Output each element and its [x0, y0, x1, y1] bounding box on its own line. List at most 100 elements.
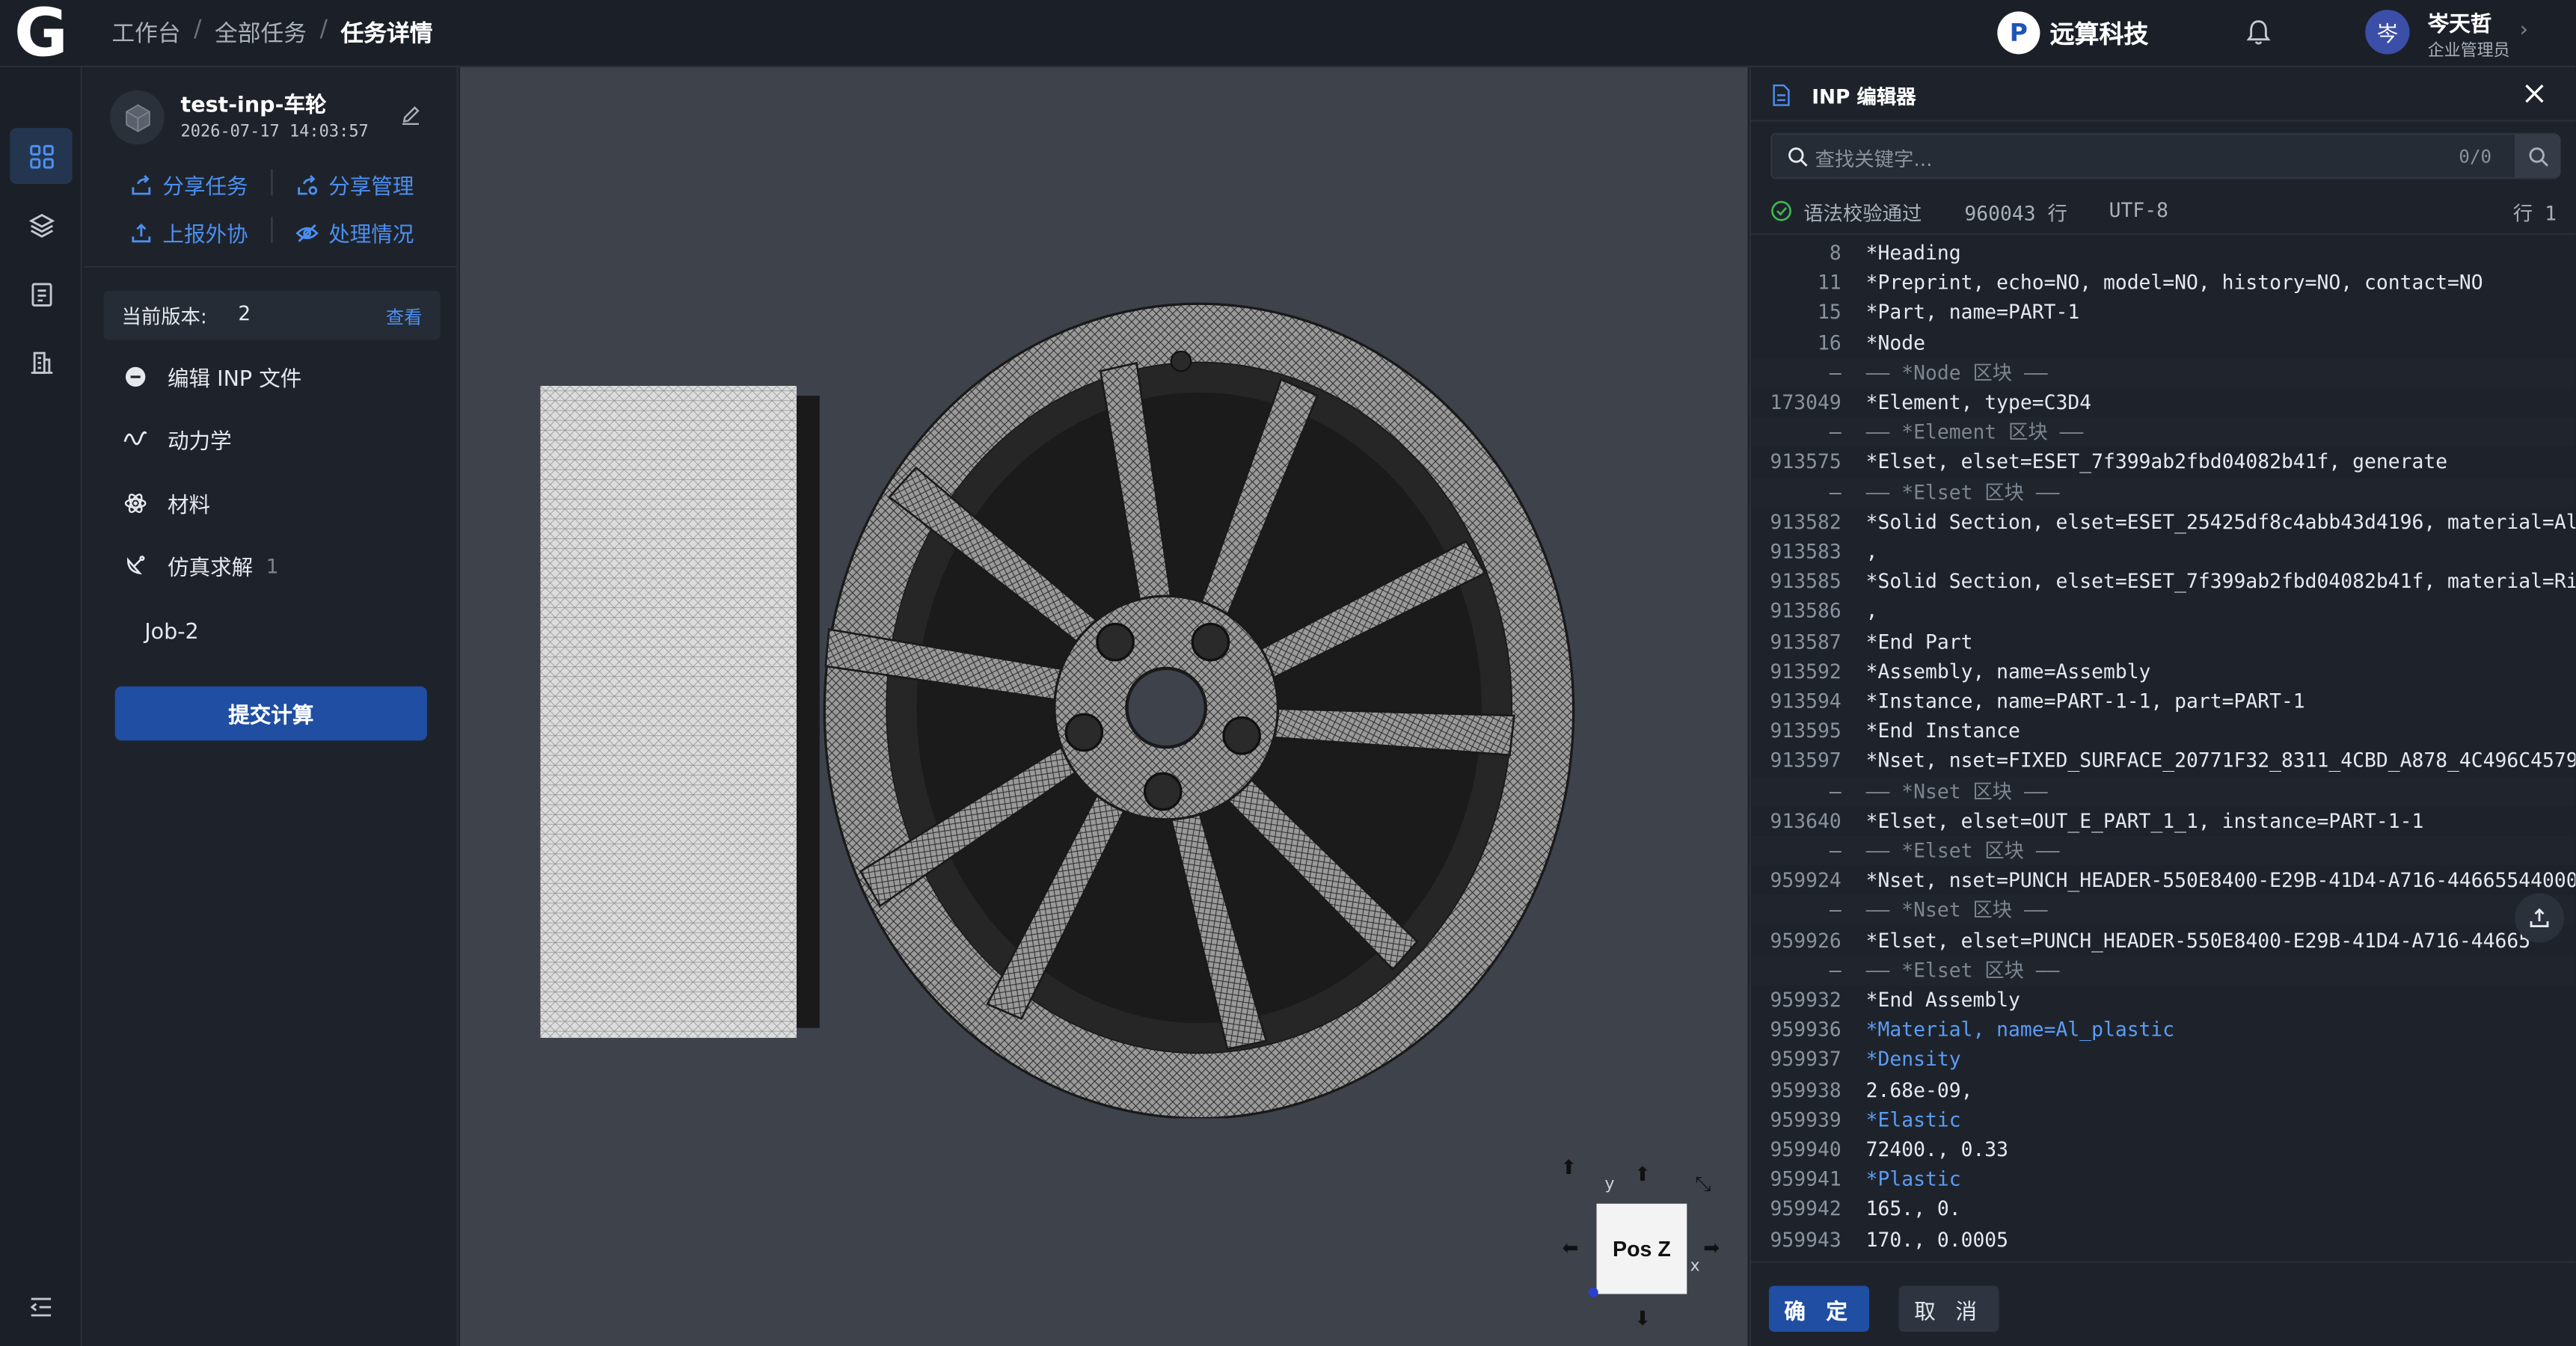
- line-count: 960043 行: [1964, 202, 2067, 225]
- folded-block-row[interactable]: — —— *Element 区块 ——: [1750, 417, 2576, 447]
- code-line[interactable]: 15 *Part, name=PART-1: [1751, 298, 2575, 328]
- code-line[interactable]: 959936 *Material, name=Al_plastic: [1751, 1015, 2575, 1045]
- folded-block-row[interactable]: — —— *Nset 区块 ——: [1750, 775, 2576, 806]
- grid-icon: [29, 144, 53, 168]
- rail-item-documents[interactable]: [10, 266, 72, 322]
- code-line[interactable]: 959939 *Elastic: [1751, 1104, 2575, 1134]
- app-logo[interactable]: G: [0, 0, 82, 67]
- line-number: —: [1829, 959, 1841, 982]
- code-line[interactable]: 913594 *Instance, name=PART-1-1, part=PAR…: [1751, 686, 2575, 716]
- line-number: 959924: [1770, 869, 1841, 892]
- line-number: —: [1829, 899, 1841, 922]
- line-text: 2.68e-09,: [1865, 1078, 1973, 1101]
- line-text: —— *Nset 区块 ——: [1865, 779, 2048, 802]
- arrow-up-icon[interactable]: ⬆: [1634, 1163, 1651, 1186]
- arrow-down-icon[interactable]: ⬇: [1634, 1307, 1651, 1330]
- line-text: —— *Elset 区块 ——: [1865, 839, 2060, 862]
- arrow-right-icon[interactable]: ➡: [1703, 1237, 1720, 1260]
- cancel-button[interactable]: 取 消: [1898, 1285, 1999, 1332]
- edit-pencil-icon[interactable]: [399, 103, 423, 126]
- view-cube-face[interactable]: Pos Z: [1596, 1203, 1687, 1294]
- line-number: —: [1829, 420, 1841, 444]
- code-line[interactable]: 959941 *Plastic: [1751, 1164, 2575, 1194]
- report-outsource-button[interactable]: 上报外协: [129, 217, 248, 248]
- code-line[interactable]: 959944 172., 0.0017: [1751, 1254, 2575, 1262]
- cursor-row: 行 1: [2512, 202, 2557, 225]
- menu-item-dynamics[interactable]: 动力学: [123, 424, 232, 455]
- folded-block-row[interactable]: — —— *Elset 区块 ——: [1750, 955, 2576, 986]
- share-manage-button[interactable]: 分享管理: [295, 169, 414, 200]
- share-task-button[interactable]: 分享任务: [129, 169, 248, 200]
- code-area[interactable]: 8 *Heading 11 *Preprint, echo=NO, model=NO,…: [1750, 233, 2576, 1262]
- solve-count-badge: 1: [266, 554, 279, 577]
- view-cube[interactable]: ⬆ y ⬆ ⤡ ⬅ Pos Z ➡ x ⬇: [1552, 1143, 1733, 1340]
- line-text: *End Instance: [1865, 719, 2020, 743]
- menu-item-material[interactable]: 材料: [123, 488, 210, 519]
- search-input[interactable]: 查找关键字...: [1815, 144, 1933, 172]
- code-line[interactable]: 913586,: [1751, 597, 2575, 627]
- rail-item-dashboard[interactable]: [10, 128, 73, 184]
- code-line[interactable]: 913592 *Assembly, name=Assembly: [1751, 657, 2575, 686]
- code-line[interactable]: 913585 *Solid Section, elset=ESET_7f399ab…: [1751, 567, 2575, 597]
- line-text: *Elset, elset=ESET_7f399ab2fbd04082b41f,…: [1865, 450, 2448, 474]
- code-line[interactable]: 959942 165., 0.: [1751, 1194, 2575, 1224]
- code-line[interactable]: 913582 *Solid Section, elset=ESET_25425df…: [1751, 507, 2575, 537]
- code-line[interactable]: 959932 *End Assembly: [1751, 986, 2575, 1015]
- code-line[interactable]: 913597 *Nset, nset=FIXED_SURFACE_20771F32…: [1751, 746, 2575, 776]
- code-line[interactable]: 913640 *Elset, elset=OUT_E_PART_1_1, inst…: [1751, 806, 2575, 836]
- version-view-link[interactable]: 查看: [386, 304, 422, 330]
- folded-block-row[interactable]: — —— *Elset 区块 ——: [1750, 835, 2576, 866]
- search-button[interactable]: [2515, 135, 2561, 178]
- confirm-button[interactable]: 确 定: [1769, 1285, 1870, 1332]
- breadcrumb-workbench[interactable]: 工作台: [111, 16, 180, 49]
- code-line[interactable]: 11 *Preprint, echo=NO, model=NO, history=…: [1751, 268, 2575, 298]
- line-text: ,: [1865, 540, 1878, 564]
- collapse-menu-icon[interactable]: [26, 1292, 56, 1322]
- line-text: —— *Element 区块 ——: [1865, 420, 2084, 444]
- user-name[interactable]: 岑天哲: [2428, 7, 2492, 38]
- rotate-home-icon[interactable]: ⬆: [1560, 1156, 1577, 1179]
- code-line[interactable]: 959943 170., 0.0005: [1751, 1224, 2575, 1254]
- line-number: 913586: [1770, 600, 1841, 624]
- code-line[interactable]: 959926 *Elset, elset=PUNCH_HEADER-550E840…: [1751, 926, 2575, 956]
- code-line[interactable]: 959924 *Nset, nset=PUNCH_HEADER-550E8400-…: [1751, 866, 2575, 896]
- close-icon[interactable]: [2523, 82, 2546, 105]
- code-line[interactable]: 913587 *End Part: [1751, 627, 2575, 657]
- folded-block-row[interactable]: — —— *Node 区块 ——: [1750, 357, 2576, 387]
- rail-item-layers[interactable]: [10, 197, 72, 253]
- code-line[interactable]: 913595 *End Instance: [1751, 716, 2575, 746]
- job-item[interactable]: Job-2: [144, 621, 199, 645]
- version-box: 当前版本: 2 查看: [103, 290, 441, 340]
- bell-icon[interactable]: [2244, 18, 2274, 48]
- folded-block-row[interactable]: — —— *Nset 区块 ——: [1750, 895, 2576, 926]
- breadcrumb-all-tasks[interactable]: 全部任务: [215, 16, 307, 49]
- handling-status-button[interactable]: 处理情况: [295, 217, 414, 248]
- code-line[interactable]: 16 *Node: [1751, 328, 2575, 357]
- line-text: *Plastic: [1865, 1167, 1961, 1191]
- code-line[interactable]: 8 *Heading: [1751, 238, 2575, 268]
- export-button[interactable]: [2515, 893, 2564, 943]
- code-line[interactable]: 913583,: [1751, 537, 2575, 567]
- menu-item-edit-inp[interactable]: 编辑 INP 文件: [123, 361, 301, 393]
- arrow-left-icon[interactable]: ⬅: [1562, 1237, 1578, 1260]
- line-text: *Solid Section, elset=ESET_25425df8c4abb…: [1865, 510, 2576, 534]
- code-line[interactable]: 959940 72400., 0.33: [1751, 1134, 2575, 1164]
- chevron-right-icon[interactable]: ›: [2520, 18, 2528, 43]
- menu-item-solve[interactable]: 仿真求解 1: [123, 550, 279, 581]
- user-avatar[interactable]: 岑: [2365, 10, 2410, 55]
- line-number: 959942: [1770, 1197, 1841, 1221]
- code-line[interactable]: 959937 *Density: [1751, 1045, 2575, 1075]
- rail-item-organization[interactable]: [10, 334, 72, 390]
- line-number: 959941: [1770, 1167, 1841, 1191]
- encoding: UTF-8: [2109, 198, 2168, 222]
- code-line[interactable]: 913575 *Elset, elset=ESET_7f399ab2fbd0408…: [1751, 447, 2575, 477]
- folded-block-row[interactable]: — —— *Elset 区块 ——: [1750, 477, 2576, 507]
- code-line[interactable]: 959938 2.68e-09,: [1751, 1075, 2575, 1104]
- search-bar[interactable]: 查找关键字... 0/0: [1770, 132, 2561, 179]
- submit-compute-button[interactable]: 提交计算: [114, 686, 427, 741]
- model-viewport[interactable]: ⬆ y ⬆ ⤡ ⬅ Pos Z ➡ x ⬇: [459, 67, 1748, 1346]
- line-number: 913587: [1770, 630, 1841, 654]
- fit-view-icon[interactable]: ⤡: [1695, 1173, 1711, 1197]
- code-line[interactable]: 173049 *Element, type=C3D4: [1751, 387, 2575, 417]
- share-icon: [132, 173, 151, 194]
